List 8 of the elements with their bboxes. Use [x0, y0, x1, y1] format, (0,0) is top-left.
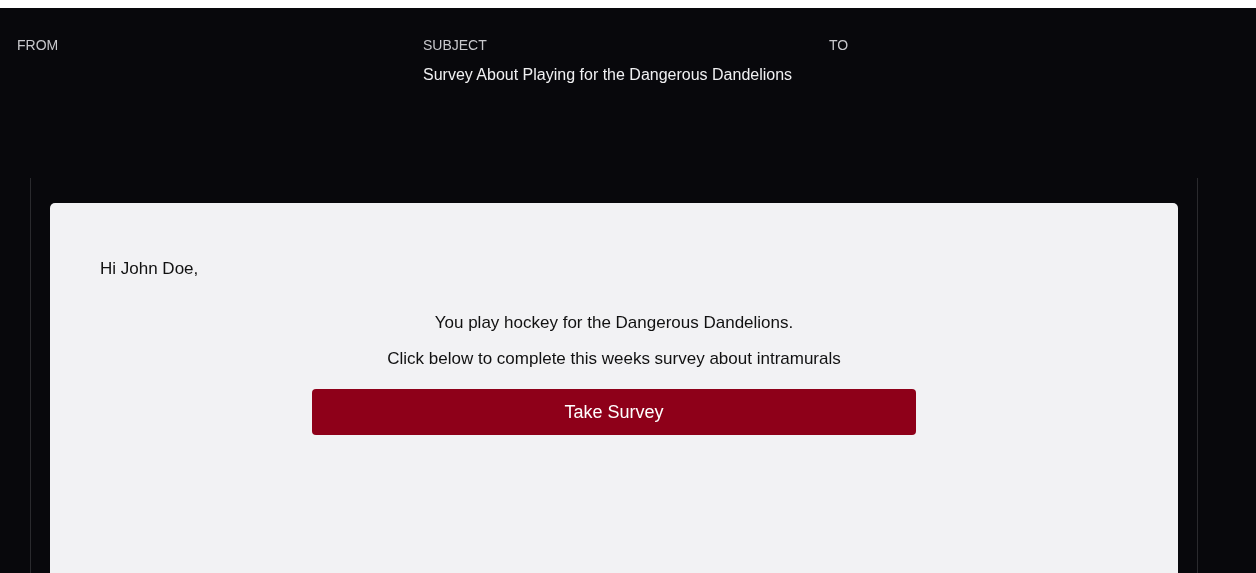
message-text: You play hockey for the Dangerous Dandelions. — [434, 313, 794, 333]
field-label: SUBJECT — [423, 37, 488, 53]
field-value: Survey About Playing for the Dangerous Dandelions — [423, 65, 793, 85]
take-survey-button[interactable]: Take Survey — [312, 389, 916, 435]
field-label: FROM — [17, 37, 60, 53]
message-text: Click below to complete this weeks survey about intramurals — [387, 349, 841, 369]
field-label: TO — [829, 37, 850, 53]
greeting-text: Hi John Doe, — [100, 259, 200, 279]
